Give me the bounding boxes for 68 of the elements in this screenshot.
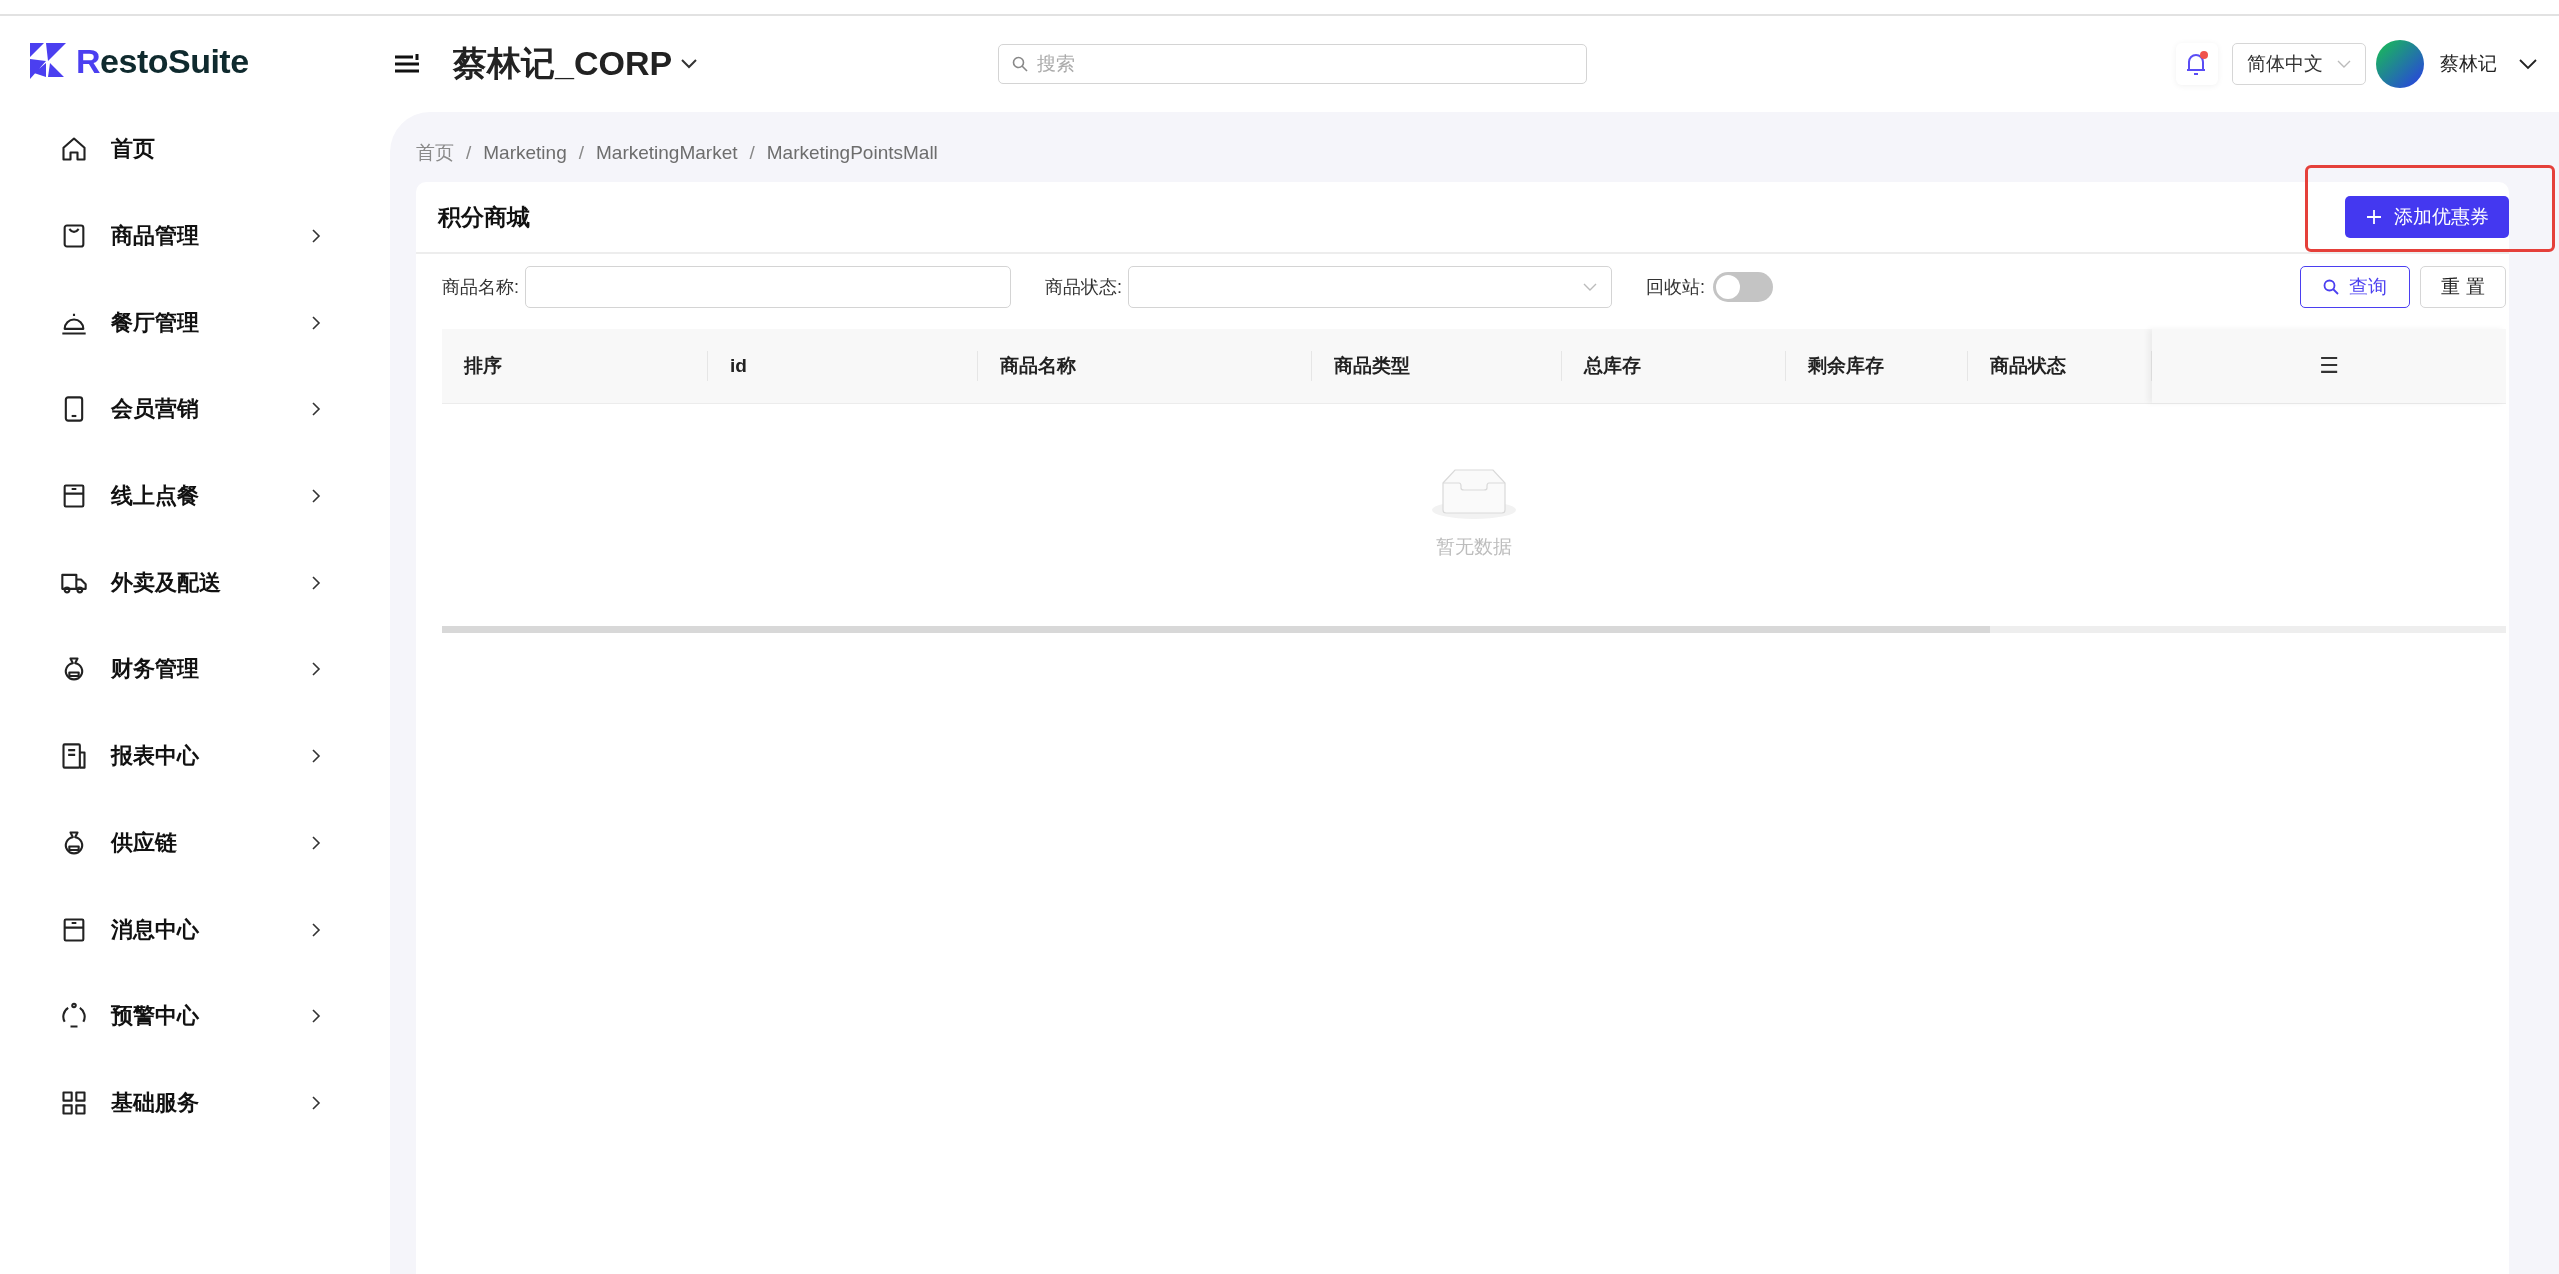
ring-icon (60, 1002, 88, 1031)
search-icon (1012, 56, 1029, 72)
column-header: 排序 (464, 354, 502, 378)
document-icon (60, 742, 88, 771)
recycle-bin-switch[interactable] (1713, 272, 1774, 302)
column-header: 商品状态 (1990, 354, 2066, 378)
plus-icon (2365, 209, 2382, 225)
chevron-right-icon (311, 314, 321, 331)
chevron-right-icon (311, 574, 321, 591)
query-button[interactable]: 查询 (2300, 266, 2410, 308)
sidebar-item[interactable]: 基础服务 (0, 1059, 390, 1147)
company-selector[interactable]: 蔡林记_CORP (453, 41, 699, 87)
breadcrumb-separator: / (466, 142, 472, 164)
user-name[interactable]: 蔡林记 (2440, 51, 2497, 77)
home-icon (60, 135, 88, 164)
chevron-down-icon (2337, 59, 2351, 69)
sidebar-item[interactable]: 预警中心 (0, 972, 390, 1060)
avatar[interactable] (2376, 40, 2424, 88)
reset-button[interactable]: 重 置 (2420, 266, 2506, 308)
add-coupon-button[interactable]: 添加优惠券 (2345, 196, 2509, 238)
sidebar-item[interactable]: 会员营销 (0, 366, 390, 453)
chevron-right-icon (311, 1094, 321, 1111)
column-settings-icon[interactable]: ☰ (2319, 353, 2339, 379)
page-title: 积分商城 (438, 202, 530, 232)
chevron-down-icon (1583, 282, 1598, 292)
chevron-right-icon (311, 228, 321, 245)
logo-icon (30, 43, 66, 79)
empty-text: 暂无数据 (1436, 535, 1512, 559)
sidebar-item[interactable]: 餐厅管理 (0, 279, 390, 367)
sidebar-item[interactable]: 供应链 (0, 799, 390, 887)
sidebar-item[interactable]: 线上点餐 (0, 452, 390, 540)
chevron-right-icon (311, 834, 321, 851)
column-header: 商品类型 (1334, 354, 1410, 378)
sidebar-item[interactable]: 首页 (0, 106, 390, 193)
horizontal-scrollbar[interactable] (442, 626, 2506, 633)
breadcrumb-link[interactable]: Marketing (483, 142, 567, 164)
field-label: 商品状态: (1045, 276, 1123, 299)
breadcrumb-separator: / (749, 142, 755, 164)
chevron-right-icon (311, 1008, 321, 1025)
logo-text: RestoSuite (76, 41, 249, 81)
product-name-input[interactable] (525, 266, 1011, 308)
sidebar-item[interactable]: 报表中心 (0, 712, 390, 800)
column-header: 商品名称 (1000, 354, 1076, 378)
chevron-down-icon[interactable] (2519, 58, 2537, 70)
breadcrumb-separator: / (578, 142, 584, 164)
column-header: 剩余库存 (1808, 354, 1884, 378)
chevron-right-icon (311, 921, 321, 938)
breadcrumb-link[interactable]: MarketingPointsMall (766, 142, 938, 164)
breadcrumb-link[interactable]: MarketingMarket (596, 142, 738, 164)
sidebar-item[interactable]: 消息中心 (0, 886, 390, 973)
empty-inbox-icon (1431, 466, 1517, 520)
column-header: 总库存 (1584, 354, 1641, 378)
sidebar-item[interactable]: 财务管理 (0, 626, 390, 713)
field-label: 回收站: (1646, 276, 1706, 299)
sidebar-item[interactable]: 外卖及配送 (0, 539, 390, 627)
column-header: id (730, 355, 747, 377)
chevron-right-icon (311, 488, 321, 505)
field-label: 商品名称: (442, 276, 519, 299)
menu-icon[interactable] (395, 53, 421, 75)
chevron-down-icon (680, 58, 699, 70)
language-select[interactable]: 简体中文 (2232, 43, 2366, 85)
chevron-right-icon (311, 401, 321, 418)
chevron-right-icon (311, 661, 321, 678)
chevron-right-icon (311, 748, 321, 765)
sidebar-item[interactable]: 商品管理 (0, 192, 390, 280)
grid-icon (60, 1088, 88, 1117)
search-icon (2323, 279, 2339, 295)
search-field[interactable]: 搜索 (998, 44, 1588, 84)
